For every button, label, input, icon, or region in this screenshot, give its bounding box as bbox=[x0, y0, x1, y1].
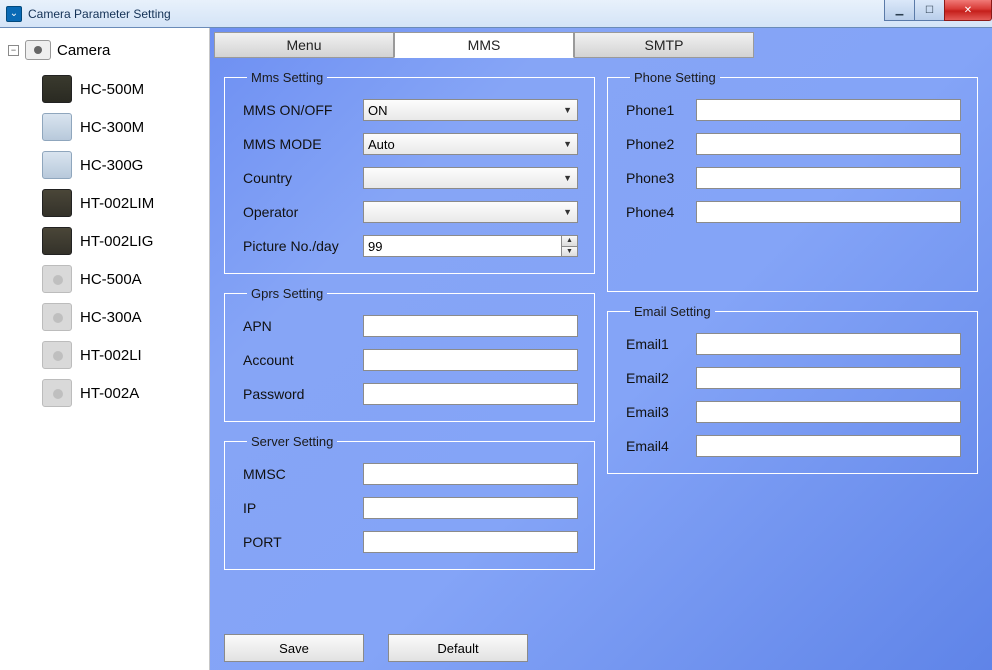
mms-setting-group: Mms Setting MMS ON/OFF ON ▼ MMS MODE Aut… bbox=[224, 70, 595, 274]
camera-thumb-icon bbox=[42, 113, 72, 141]
camera-thumb-icon bbox=[42, 75, 72, 103]
gprs-setting-legend: Gprs Setting bbox=[247, 286, 327, 301]
email2-label: Email2 bbox=[626, 370, 696, 386]
mms-mode-select[interactable]: Auto bbox=[363, 133, 578, 155]
window-title: Camera Parameter Setting bbox=[28, 7, 171, 21]
server-setting-group: Server Setting MMSC IP PORT bbox=[224, 434, 595, 570]
account-input[interactable] bbox=[363, 349, 578, 371]
default-button[interactable]: Default bbox=[388, 634, 528, 662]
camera-name: HC-500M bbox=[80, 81, 144, 98]
mms-setting-legend: Mms Setting bbox=[247, 70, 327, 85]
email2-input[interactable] bbox=[696, 367, 961, 389]
country-select[interactable] bbox=[363, 167, 578, 189]
email-setting-legend: Email Setting bbox=[630, 304, 715, 319]
phone4-label: Phone4 bbox=[626, 204, 696, 220]
camera-thumb-icon bbox=[42, 227, 72, 255]
maximize-button[interactable]: ☐ bbox=[914, 0, 944, 21]
camera-thumb-icon bbox=[42, 379, 72, 407]
app-icon: ⌄ bbox=[6, 6, 22, 22]
close-button[interactable]: ✕ bbox=[944, 0, 992, 21]
spinner-down-icon[interactable]: ▼ bbox=[562, 246, 578, 258]
window-buttons: ▁ ☐ ✕ bbox=[884, 0, 992, 21]
port-label: PORT bbox=[243, 534, 363, 550]
camera-item[interactable]: HT-002LIM bbox=[42, 184, 201, 222]
phone3-label: Phone3 bbox=[626, 170, 696, 186]
camera-item[interactable]: HT-002LIG bbox=[42, 222, 201, 260]
camera-name: HC-300A bbox=[80, 309, 142, 326]
country-label: Country bbox=[243, 170, 363, 186]
email4-input[interactable] bbox=[696, 435, 961, 457]
tree-children: HC-500M HC-300M HC-300G HT-002LIM HT-002… bbox=[42, 70, 201, 412]
camera-name: HT-002LIG bbox=[80, 233, 153, 250]
camera-thumb-icon bbox=[42, 151, 72, 179]
picture-no-label: Picture No./day bbox=[243, 238, 363, 254]
tab-mms[interactable]: MMS bbox=[394, 32, 574, 58]
camera-thumb-icon bbox=[42, 189, 72, 217]
phone3-input[interactable] bbox=[696, 167, 961, 189]
email-setting-group: Email Setting Email1 Email2 Email3 Email… bbox=[607, 304, 978, 474]
camera-name: HT-002A bbox=[80, 385, 139, 402]
camera-tree: − Camera HC-500M HC-300M HC-300G HT-002L… bbox=[0, 28, 210, 670]
minimize-button[interactable]: ▁ bbox=[884, 0, 914, 21]
account-label: Account bbox=[243, 352, 363, 368]
camera-item[interactable]: HT-002A bbox=[42, 374, 201, 412]
camera-item[interactable]: HC-300M bbox=[42, 108, 201, 146]
tab-smtp[interactable]: SMTP bbox=[574, 32, 754, 58]
tab-menu[interactable]: Menu bbox=[214, 32, 394, 58]
save-button[interactable]: Save bbox=[224, 634, 364, 662]
apn-input[interactable] bbox=[363, 315, 578, 337]
phone-setting-legend: Phone Setting bbox=[630, 70, 720, 85]
phone2-input[interactable] bbox=[696, 133, 961, 155]
port-input[interactable] bbox=[363, 531, 578, 553]
email3-label: Email3 bbox=[626, 404, 696, 420]
title-bar: ⌄ Camera Parameter Setting ▁ ☐ ✕ bbox=[0, 0, 992, 28]
tree-collapse-icon[interactable]: − bbox=[8, 45, 19, 56]
email1-input[interactable] bbox=[696, 333, 961, 355]
picture-no-input[interactable] bbox=[363, 235, 562, 257]
camera-root-icon bbox=[25, 40, 51, 60]
camera-item[interactable]: HC-500M bbox=[42, 70, 201, 108]
camera-name: HT-002LIM bbox=[80, 195, 154, 212]
camera-name: HC-500A bbox=[80, 271, 142, 288]
ip-input[interactable] bbox=[363, 497, 578, 519]
email3-input[interactable] bbox=[696, 401, 961, 423]
camera-item[interactable]: HC-500A bbox=[42, 260, 201, 298]
camera-name: HC-300M bbox=[80, 119, 144, 136]
spinner-up-icon[interactable]: ▲ bbox=[562, 235, 578, 246]
operator-label: Operator bbox=[243, 204, 363, 220]
mms-onoff-label: MMS ON/OFF bbox=[243, 102, 363, 118]
mms-mode-label: MMS MODE bbox=[243, 136, 363, 152]
mmsc-label: MMSC bbox=[243, 466, 363, 482]
mmsc-input[interactable] bbox=[363, 463, 578, 485]
tree-root-label: Camera bbox=[57, 42, 110, 59]
operator-select[interactable] bbox=[363, 201, 578, 223]
camera-item[interactable]: HC-300A bbox=[42, 298, 201, 336]
camera-item[interactable]: HC-300G bbox=[42, 146, 201, 184]
phone1-input[interactable] bbox=[696, 99, 961, 121]
phone-setting-group: Phone Setting Phone1 Phone2 Phone3 Phone… bbox=[607, 70, 978, 292]
email4-label: Email4 bbox=[626, 438, 696, 454]
camera-name: HC-300G bbox=[80, 157, 143, 174]
settings-panel: Menu MMS SMTP Mms Setting MMS ON/OFF ON … bbox=[210, 28, 992, 670]
password-input[interactable] bbox=[363, 383, 578, 405]
camera-thumb-icon bbox=[42, 341, 72, 369]
ip-label: IP bbox=[243, 500, 363, 516]
tab-bar: Menu MMS SMTP bbox=[214, 32, 988, 60]
email1-label: Email1 bbox=[626, 336, 696, 352]
mms-onoff-select[interactable]: ON bbox=[363, 99, 578, 121]
server-setting-legend: Server Setting bbox=[247, 434, 337, 449]
camera-name: HT-002LI bbox=[80, 347, 142, 364]
phone4-input[interactable] bbox=[696, 201, 961, 223]
phone1-label: Phone1 bbox=[626, 102, 696, 118]
phone2-label: Phone2 bbox=[626, 136, 696, 152]
camera-thumb-icon bbox=[42, 265, 72, 293]
bottom-button-bar: Save Default bbox=[224, 634, 528, 662]
password-label: Password bbox=[243, 386, 363, 402]
gprs-setting-group: Gprs Setting APN Account Password bbox=[224, 286, 595, 422]
tree-root[interactable]: − Camera bbox=[8, 40, 201, 60]
camera-thumb-icon bbox=[42, 303, 72, 331]
camera-item[interactable]: HT-002LI bbox=[42, 336, 201, 374]
apn-label: APN bbox=[243, 318, 363, 334]
